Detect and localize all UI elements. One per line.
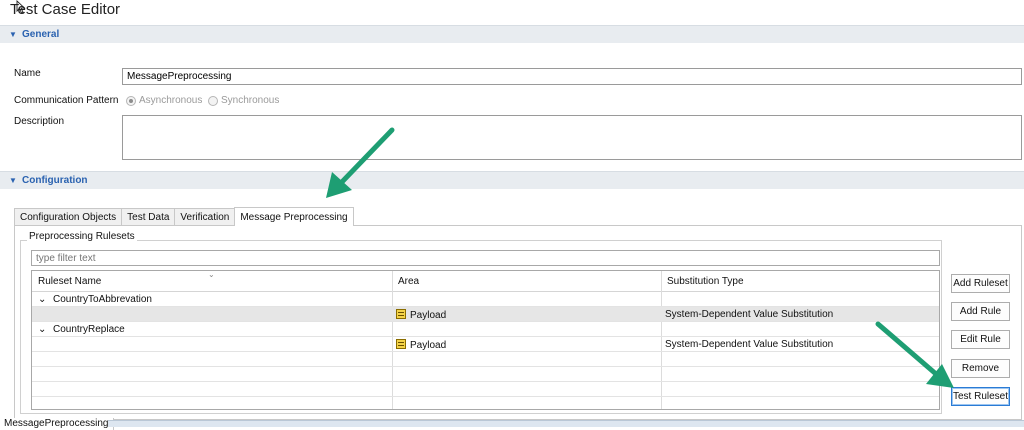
radio-asynchronous[interactable]: Asynchronous [126,95,202,106]
name-input[interactable] [122,68,1022,85]
chevron-down-icon: ▼ [9,30,17,39]
radio-synchronous[interactable]: Synchronous [208,95,279,106]
description-textarea[interactable] [122,115,1022,160]
expand-chevron-icon[interactable]: ⌄ [38,324,46,335]
table-row[interactable]: ⌄ CountryToAbbrevation [32,292,939,307]
table-row-empty [32,352,939,367]
tab-configuration-objects[interactable]: Configuration Objects [14,208,123,226]
radio-asynchronous-label: Asynchronous [139,95,203,106]
substitution-cell: System-Dependent Value Substitution [665,339,834,350]
tab-verification[interactable]: Verification [174,208,236,226]
radio-unselected-icon [208,95,218,106]
rulesets-table: Ruleset Name ⌄ Area Substitution Type ⌄ … [31,270,940,410]
expand-chevron-icon[interactable]: ⌄ [38,294,46,305]
annotation-arrow-icon [875,321,954,388]
area-cell-label: Payload [410,340,447,351]
table-header: Ruleset Name ⌄ Area Substitution Type [32,271,939,292]
substitution-cell: System-Dependent Value Substitution [665,309,834,320]
column-header-substitution-type[interactable]: Substitution Type [667,276,744,287]
table-row-empty [32,382,939,397]
area-cell: Payload [396,339,446,351]
area-cell: Payload [396,309,446,321]
table-row[interactable]: Payload System-Dependent Value Substitut… [32,307,939,322]
sort-chevron-icon: ⌄ [208,270,215,279]
table-row[interactable]: ⌄ CountryReplace [32,322,939,337]
add-ruleset-button[interactable]: Add Ruleset [951,274,1010,293]
communication-pattern-label: Communication Pattern [14,95,119,106]
ruleset-name-cell: CountryReplace [53,324,125,335]
tab-test-data[interactable]: Test Data [121,208,176,226]
general-section-label: General [22,29,60,40]
editor-title: Test Case Editor [10,1,121,18]
description-label: Description [14,116,65,127]
bottom-status-bar [108,420,1024,427]
payload-icon [396,339,406,349]
column-header-area[interactable]: Area [398,276,419,287]
table-row-empty [32,397,939,409]
configuration-tab-strip: Configuration Objects Test Data Verifica… [14,207,354,226]
radio-synchronous-label: Synchronous [221,95,280,106]
tab-message-preprocessing[interactable]: Message Preprocessing [234,207,354,226]
column-header-ruleset-name[interactable]: Ruleset Name [38,276,101,287]
configuration-section-label: Configuration [22,175,88,186]
chevron-down-icon: ▼ [9,176,17,185]
filter-input[interactable] [31,250,940,266]
general-section-header[interactable]: ▼ General [0,25,1024,43]
group-title: Preprocessing Rulesets [27,231,137,242]
payload-icon [396,309,406,319]
table-row-empty [32,367,939,382]
radio-selected-icon [126,95,136,106]
ruleset-name-cell: CountryToAbbrevation [53,294,152,305]
editor-bottom-tab[interactable]: MessagePreprocessing [0,418,114,430]
configuration-section-header[interactable]: ▼ Configuration [0,171,1024,189]
annotation-arrow-icon [326,127,395,198]
area-cell-label: Payload [410,310,447,321]
table-row[interactable]: Payload System-Dependent Value Substitut… [32,337,939,352]
name-label: Name [14,68,41,79]
